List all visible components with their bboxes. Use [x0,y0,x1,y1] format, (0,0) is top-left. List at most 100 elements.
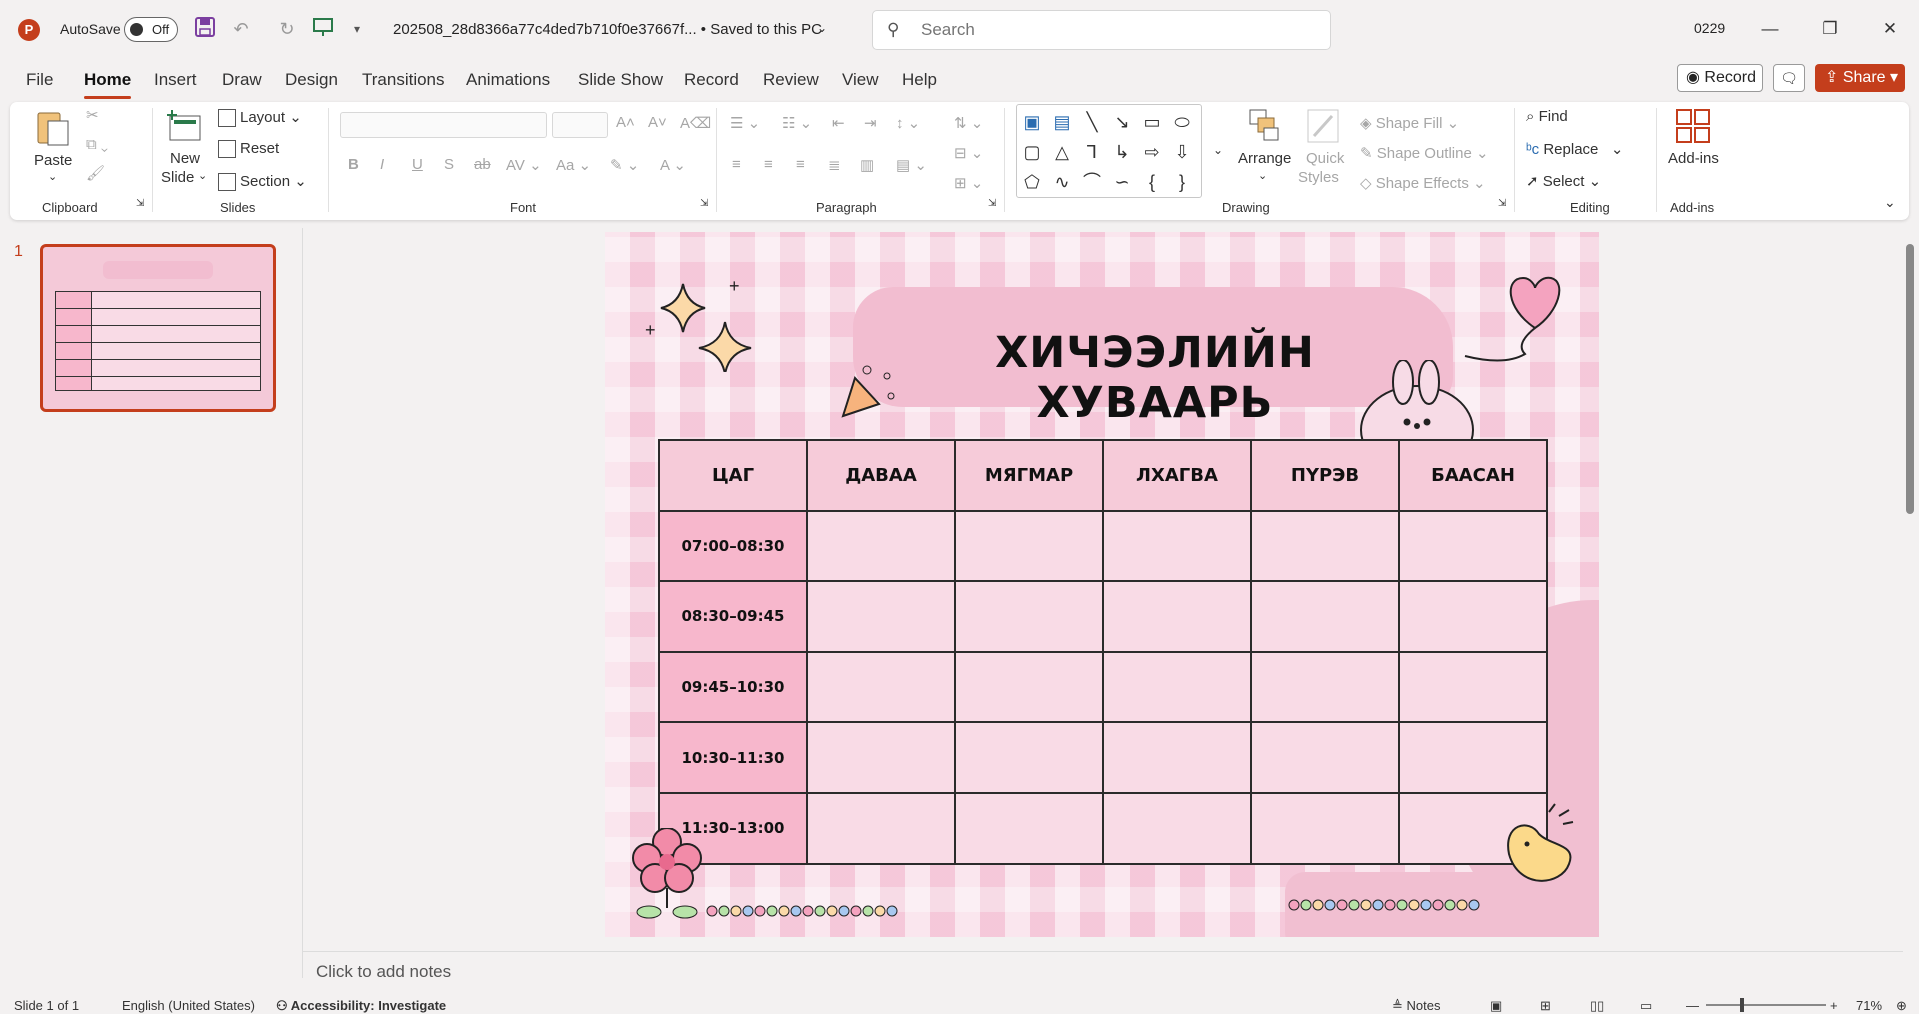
add-ins-icon[interactable] [1674,106,1712,146]
clear-formatting-icon[interactable]: A⌫ [680,114,711,132]
autosave-toggle[interactable]: Off [124,17,178,42]
align-center-icon[interactable]: ≡ [764,156,773,173]
tab-home[interactable]: Home [84,70,132,99]
notes-pane[interactable]: Click to add notes [303,951,1903,989]
undo-icon[interactable]: ↶ [228,16,254,42]
layout-button[interactable]: Layout ⌄ [218,108,302,128]
redo-icon[interactable]: ↻ [274,16,300,42]
more-shapes-icon[interactable]: ⌄ [1206,138,1230,162]
tab-draw[interactable]: Draw [222,70,262,90]
shape-outline-button[interactable]: ✎ Shape Outline ⌄ [1360,144,1489,162]
left-brace-icon[interactable]: { [1140,170,1164,194]
header-thursday[interactable]: ПҮРЭВ [1250,439,1400,512]
quick-styles-icon[interactable] [1304,106,1342,146]
close-icon[interactable]: ✕ [1870,14,1910,44]
table-cell[interactable] [806,721,956,794]
smartart-icon[interactable]: ⊞ ⌄ [954,174,983,192]
table-cell[interactable] [1250,509,1400,583]
zoom-level[interactable]: 71% [1856,998,1882,1013]
tab-transitions[interactable]: Transitions [362,70,445,90]
slide-sorter-icon[interactable]: ⊞ [1540,998,1551,1014]
font-family-dropdown[interactable] [340,112,547,138]
new-slide-icon[interactable] [166,108,204,148]
increase-font-icon[interactable]: A˄ [616,114,635,131]
scribble-icon[interactable]: ∿ [1050,170,1074,194]
table-cell[interactable] [1250,721,1400,794]
present-icon[interactable] [310,16,336,42]
comments-icon[interactable]: 🗨 [1773,64,1805,92]
minimize-icon[interactable]: — [1750,14,1790,44]
time-cell[interactable]: 07:00–08:30 [658,509,808,583]
underline-icon[interactable]: U [412,156,423,173]
font-size-dropdown[interactable] [552,112,608,138]
elbow-connector-icon[interactable]: ⅂ [1080,140,1104,164]
scrollbar-thumb[interactable] [1906,244,1914,514]
dialog-launcher-icon[interactable]: ⇲ [988,198,996,209]
new-slide-label-1[interactable]: New [170,150,200,167]
save-icon[interactable] [192,16,218,42]
freeform-icon[interactable]: ⬠ [1020,170,1044,194]
document-title[interactable]: 202508_28d8366a77c4ded7b710f0e37667f... … [393,21,822,38]
decrease-font-icon[interactable]: A˅ [648,114,667,131]
zoom-out-icon[interactable]: — [1686,998,1699,1013]
slide-show-icon[interactable]: ▭ [1640,998,1652,1014]
table-cell[interactable] [1250,580,1400,653]
table-cell[interactable] [954,721,1104,794]
curve-icon[interactable]: ∽ [1110,170,1134,194]
oval-icon[interactable]: ⬭ [1170,110,1194,134]
table-cell[interactable] [1250,791,1400,865]
table-cell[interactable] [954,791,1104,865]
slide-thumbnail[interactable] [40,244,276,412]
search-input[interactable] [921,19,1301,41]
rectangle-icon[interactable]: ▭ [1140,110,1164,134]
increase-indent-icon[interactable]: ⇥ [864,114,877,132]
table-cell[interactable] [806,791,956,865]
select-button[interactable]: ➚ Select ⌄ [1526,172,1601,190]
shape-effects-button[interactable]: ◇ Shape Effects ⌄ [1360,174,1486,192]
tab-design[interactable]: Design [285,70,338,90]
copy-icon[interactable]: ⧉ ⌄ [86,136,108,153]
time-cell[interactable]: 08:30–09:45 [658,580,808,653]
table-cell[interactable] [806,650,956,724]
bullets-icon[interactable]: ☰ ⌄ [730,114,760,132]
table-cell[interactable] [954,509,1104,583]
paste-icon[interactable] [34,107,72,147]
reset-button[interactable]: Reset [218,140,279,159]
right-arrow-icon[interactable]: ⇨ [1140,140,1164,164]
rounded-rectangle-icon[interactable]: ▢ [1020,140,1044,164]
table-cell[interactable] [1102,580,1252,653]
dialog-launcher-icon[interactable]: ⇲ [136,198,144,209]
table-cell[interactable] [806,509,956,583]
bold-icon[interactable]: B [348,156,359,173]
new-slide-label-2[interactable]: Slide [161,169,194,186]
arrange-label[interactable]: Arrange [1238,150,1291,167]
table-cell[interactable] [1102,721,1252,794]
line-spacing-icon[interactable]: ↕ ⌄ [896,114,920,132]
table-cell[interactable] [954,580,1104,653]
line-icon[interactable]: ╲ [1080,110,1104,134]
slide-canvas[interactable]: + + ХИЧЭЭЛИЙН ХУВААРЬ ЦАГ ДАВАА МЯГМАР Л… [605,232,1599,937]
table-cell[interactable] [1398,509,1548,583]
replace-button[interactable]: ᵇc Replace ⌄ [1526,140,1623,158]
vertical-scrollbar[interactable] [1904,228,1916,878]
reading-view-icon[interactable]: ▯▯ [1590,998,1604,1014]
quick-styles-label-1[interactable]: Quick [1306,150,1344,167]
numbering-icon[interactable]: ☷ ⌄ [782,114,812,132]
quick-styles-label-2[interactable]: Styles [1298,169,1339,186]
table-cell[interactable] [1398,650,1548,724]
restore-icon[interactable]: ❐ [1810,14,1850,44]
zoom-in-icon[interactable]: + [1830,998,1838,1013]
table-cell[interactable] [1398,721,1548,794]
arrange-icon[interactable] [1244,106,1282,146]
align-left-icon[interactable]: ≡ [732,156,741,173]
search-box[interactable]: ⚲ [872,10,1331,50]
share-button[interactable]: ⇪ Share ▾ [1815,64,1905,92]
language-indicator[interactable]: English (United States) [122,998,255,1013]
tab-view[interactable]: View [842,70,879,90]
right-brace-icon[interactable]: } [1170,170,1194,194]
table-cell[interactable] [806,580,956,653]
paste-label[interactable]: Paste [34,152,72,169]
time-cell[interactable]: 10:30–11:30 [658,721,808,794]
notes-placeholder[interactable]: Click to add notes [316,962,451,982]
change-case-icon[interactable]: Aa ⌄ [556,156,591,174]
